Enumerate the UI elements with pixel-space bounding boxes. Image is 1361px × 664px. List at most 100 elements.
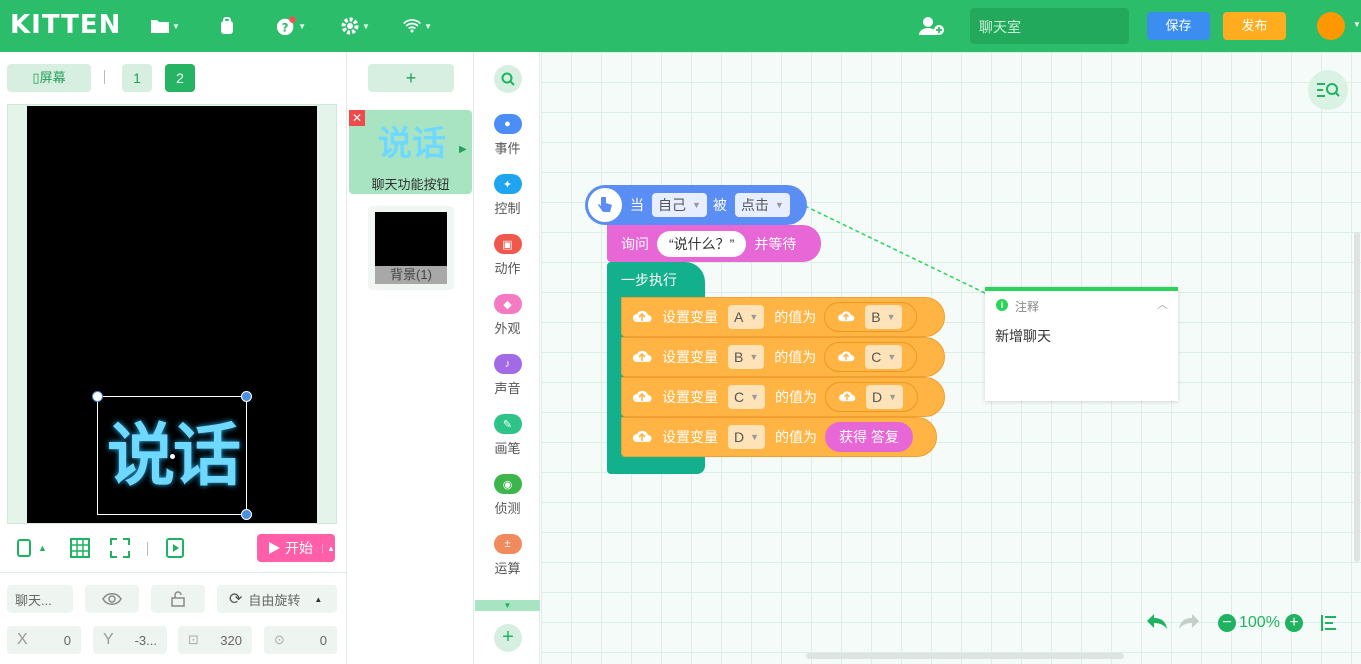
set-variable-block[interactable]: 设置变量 C ▼ 的值为 D ▼ <box>621 377 945 417</box>
device-orientation-icon[interactable]: ▲ <box>16 537 47 559</box>
value-label: 的值为 <box>775 389 818 405</box>
rotation-label: 自由旋转 <box>248 592 301 608</box>
wait-label: 并等待 <box>754 235 797 252</box>
zoom-in-icon[interactable]: + <box>1285 614 1303 632</box>
fullscreen-icon[interactable] <box>110 537 130 559</box>
size-field[interactable]: ⊡ 320 <box>178 626 252 654</box>
variable-value-reporter[interactable]: C ▼ <box>824 342 918 372</box>
grid-icon[interactable] <box>70 537 90 559</box>
sprite-selection-box[interactable]: 说话 <box>92 391 252 520</box>
action-dropdown[interactable]: 点击 ▼ <box>734 193 790 217</box>
target-dropdown[interactable]: 自己 ▼ <box>652 193 707 217</box>
set-variable-block[interactable]: 设置变量 D ▼ 的值为 获得 答复 <box>621 417 937 457</box>
visibility-eye-icon[interactable] <box>85 585 139 613</box>
variable-dropdown[interactable]: B ▼ <box>728 345 765 369</box>
category-7[interactable]: ± 运算 <box>475 534 540 577</box>
sprite-name-field[interactable]: 聊天... <box>7 585 73 613</box>
get-answer-block[interactable]: 获得 答复 <box>825 422 913 452</box>
variable-dropdown[interactable]: C ▼ <box>728 385 766 409</box>
set-label: 设置变量 <box>662 349 718 365</box>
chevron-down-icon: ▼ <box>886 312 896 322</box>
resize-handle-icon[interactable] <box>92 391 103 402</box>
category-0[interactable]: ● 事件 <box>475 114 540 157</box>
preview-play-icon[interactable] <box>165 537 185 559</box>
scale-handle-icon[interactable] <box>241 509 252 520</box>
start-chevron-icon[interactable]: ▲ <box>322 543 335 553</box>
start-button[interactable]: 开始 ▲ <box>257 534 335 562</box>
backpack-icon[interactable] <box>212 14 242 38</box>
size-value: 320 <box>220 632 242 648</box>
chevron-up-icon: ▲ <box>314 594 323 604</box>
settings-gear-icon[interactable]: ▼ <box>340 14 370 38</box>
page-tab-1[interactable]: 1 <box>122 64 152 92</box>
ask-and-wait-block[interactable]: 询问 “说什么？” 并等待 <box>607 225 821 262</box>
comment-note[interactable]: i 注释 ︿ 新增聊天 <box>985 287 1178 401</box>
redo-icon[interactable] <box>1177 612 1201 635</box>
x-position-field[interactable]: X0 <box>7 626 81 654</box>
question-input[interactable]: “说什么？” <box>657 230 747 257</box>
screen-icon: ▯ <box>32 70 40 85</box>
category-label: 声音 <box>494 381 521 396</box>
set-variable-block[interactable]: 设置变量 A ▼ 的值为 B ▼ <box>621 297 945 337</box>
chevron-down-icon: ▼ <box>749 312 759 322</box>
angle-field[interactable]: ⊙ 0 <box>264 626 337 654</box>
sprite-card[interactable]: ✕ 说话 ▶ 聊天功能按钮 <box>349 110 472 194</box>
category-2[interactable]: ▣ 动作 <box>475 234 540 277</box>
category-5[interactable]: ✎ 画笔 <box>475 414 540 457</box>
wifi-icon[interactable]: ▼ <box>402 14 432 38</box>
category-label: 控制 <box>494 201 521 216</box>
add-collaborator-icon[interactable] <box>917 14 947 38</box>
value-dropdown[interactable]: D ▼ <box>866 385 904 409</box>
folder-menu-icon[interactable]: ▼ <box>150 14 180 38</box>
search-icon[interactable] <box>494 65 522 93</box>
delete-close-icon[interactable]: ✕ <box>349 110 365 126</box>
ask-label: 询问 <box>621 235 649 252</box>
horizontal-scrollbar[interactable] <box>806 653 1124 659</box>
rotate-handle-icon[interactable] <box>241 391 252 402</box>
category-label: 外观 <box>494 321 521 336</box>
add-sprite-button[interactable]: + <box>368 64 454 92</box>
user-avatar[interactable] <box>1317 12 1345 40</box>
scroll-down-chevron-icon[interactable]: ▼ <box>475 600 540 611</box>
zoom-level: 100% <box>1239 614 1280 631</box>
note-text[interactable]: 新增聊天 <box>995 326 1051 346</box>
rotation-mode-dropdown[interactable]: ⟳ 自由旋转 ▲ <box>217 585 337 613</box>
category-1[interactable]: ✦ 控制 <box>475 174 540 217</box>
variable-value-reporter[interactable]: D ▼ <box>825 382 919 412</box>
category-6[interactable]: ◉ 侦测 <box>475 474 540 517</box>
screen-button[interactable]: ▯屏幕 <box>7 64 91 92</box>
variable-value-reporter[interactable]: B ▼ <box>824 302 917 332</box>
vertical-scrollbar[interactable] <box>1354 232 1360 562</box>
collapse-chevron-icon[interactable]: ︿ <box>1157 296 1168 312</box>
category-3[interactable]: ◆ 外观 <box>475 294 540 337</box>
y-position-field[interactable]: Y -3... <box>93 626 167 654</box>
variable-dropdown[interactable]: A ▼ <box>728 305 765 329</box>
action-value: 点击 <box>740 197 769 213</box>
lock-icon[interactable] <box>151 585 205 613</box>
help-icon[interactable]: ? ▼ <box>276 14 306 38</box>
avatar-chevron-down-icon[interactable]: ▼ <box>1353 20 1361 29</box>
publish-button[interactable]: 发布 <box>1223 12 1286 40</box>
undo-icon[interactable] <box>1145 612 1169 635</box>
category-4[interactable]: ♪ 声音 <box>475 354 540 397</box>
variable-cloud-icon <box>632 428 652 447</box>
block-search-icon[interactable] <box>1308 70 1348 110</box>
background-card[interactable]: 背景(1) <box>368 206 454 290</box>
rotate-icon: ⟳ <box>229 591 243 608</box>
align-blocks-icon[interactable] <box>1320 614 1338 635</box>
zoom-out-icon[interactable]: − <box>1218 614 1236 632</box>
page-tab-2[interactable]: 2 <box>165 64 195 92</box>
save-button[interactable]: 保存 <box>1147 12 1210 40</box>
set-variable-block[interactable]: 设置变量 B ▼ 的值为 C ▼ <box>621 337 945 377</box>
when-clicked-event-block[interactable]: 当 自己 ▼ 被 点击 ▼ <box>585 185 807 225</box>
value-dropdown[interactable]: C ▼ <box>865 345 903 369</box>
center-point-icon[interactable] <box>170 454 175 459</box>
chevron-right-icon[interactable]: ▶ <box>459 144 467 155</box>
code-workspace[interactable]: 一步执行 当 自己 ▼ 被 点击 ▼ 询问 “说什么？” 并等待 设置变量 A ▼ 的值为… <box>541 52 1361 664</box>
value-dropdown[interactable]: B ▼ <box>865 305 902 329</box>
play-icon <box>269 542 280 554</box>
variable-dropdown[interactable]: D ▼ <box>728 425 766 449</box>
divider <box>147 542 148 556</box>
project-name-input[interactable]: 聊天室 <box>970 8 1129 44</box>
add-extension-icon[interactable]: + <box>494 624 522 652</box>
